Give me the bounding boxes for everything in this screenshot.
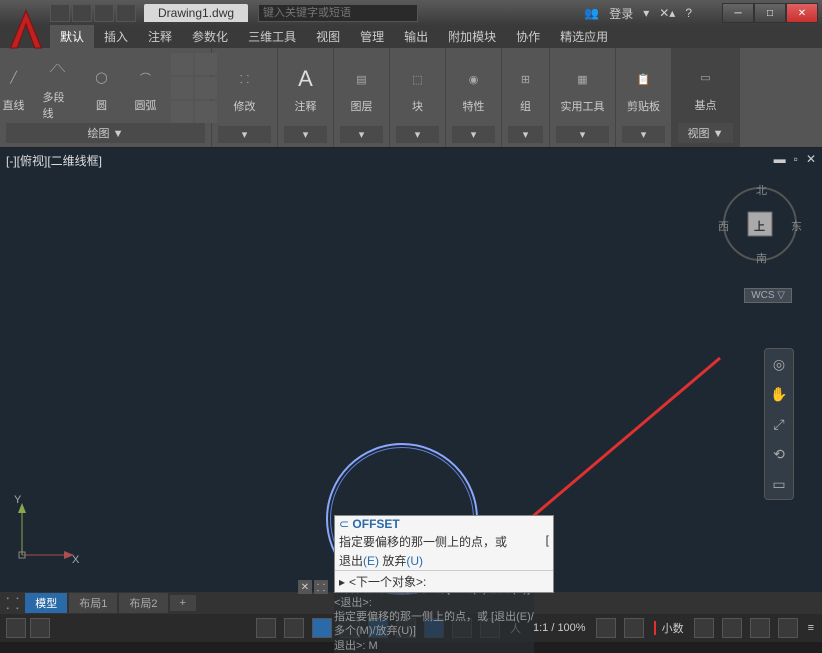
- annot-panel-dropdown[interactable]: ▾: [284, 126, 327, 143]
- ribbon-tab-7[interactable]: 输出: [394, 25, 438, 48]
- group-panel-dropdown[interactable]: ▾: [508, 126, 543, 143]
- model-tab-1[interactable]: 布局1: [69, 593, 117, 613]
- draw-misc-1[interactable]: [171, 53, 193, 75]
- layer-panel-dropdown[interactable]: ▾: [340, 126, 383, 143]
- showmotion-icon[interactable]: ▭: [768, 473, 790, 495]
- basepoint-tool[interactable]: ▭基点: [687, 61, 725, 115]
- viewcube-south[interactable]: 南: [756, 250, 767, 266]
- gear-icon[interactable]: [596, 618, 616, 638]
- command-prompt-text: 指定要偏移的那一侧上的点，或: [339, 535, 507, 549]
- ribbon-tab-8[interactable]: 附加模块: [438, 25, 506, 48]
- ribbon-tab-6[interactable]: 管理: [350, 25, 394, 48]
- modify-panel-dropdown[interactable]: ▾: [218, 126, 271, 143]
- steering-wheel-icon[interactable]: ◎: [768, 353, 790, 375]
- line-tool[interactable]: ╱直线: [0, 61, 33, 115]
- cmdline-close-icon[interactable]: ✕: [298, 580, 312, 594]
- draw-misc-5[interactable]: [171, 101, 193, 123]
- workspace-icon[interactable]: [694, 618, 714, 638]
- clipboard-tool[interactable]: 📋剪贴板: [623, 62, 664, 116]
- viewcube-top[interactable]: 上: [754, 218, 765, 234]
- layer-tool[interactable]: ▤图层: [343, 62, 381, 116]
- ribbon-tab-1[interactable]: 插入: [94, 25, 138, 48]
- clip-panel-dropdown[interactable]: ▾: [622, 126, 665, 143]
- viewport-minimize[interactable]: ▬: [774, 152, 786, 166]
- cmdline-expand-icon[interactable]: ▸: [339, 575, 345, 589]
- group-tool[interactable]: ⊞组: [507, 62, 545, 116]
- wcs-indicator[interactable]: WCS ▽: [744, 288, 792, 303]
- viewcube-west[interactable]: 西: [718, 218, 729, 234]
- snap-toggle[interactable]: [256, 618, 276, 638]
- ribbon-tab-5[interactable]: 视图: [306, 25, 350, 48]
- isolate-icon[interactable]: [722, 618, 742, 638]
- command-name: OFFSET: [352, 517, 399, 531]
- qat-new[interactable]: [50, 4, 70, 22]
- ribbon-tab-0[interactable]: 默认: [50, 25, 94, 48]
- viewcube-north[interactable]: 北: [756, 182, 767, 198]
- grid-toggle[interactable]: [30, 618, 50, 638]
- infer-toggle[interactable]: [284, 618, 304, 638]
- model-tab-0[interactable]: 模型: [25, 593, 67, 613]
- qat-more[interactable]: [116, 4, 136, 22]
- cmdline-drag-icon[interactable]: ⸬: [314, 580, 328, 594]
- close-button[interactable]: ✕: [786, 3, 818, 23]
- ortho-toggle[interactable]: [312, 618, 332, 638]
- tabs-handle-icon[interactable]: ⸬: [6, 592, 19, 614]
- minimize-button[interactable]: ─: [722, 3, 754, 23]
- util-panel-dropdown[interactable]: ▾: [556, 126, 609, 143]
- help-icon[interactable]: ?: [685, 6, 692, 20]
- annotation-tool[interactable]: A注释: [287, 62, 325, 116]
- block-tool[interactable]: ⬚块: [399, 62, 437, 116]
- block-panel-dropdown[interactable]: ▾: [396, 126, 439, 143]
- command-input-prompt[interactable]: <下一个对象>:: [349, 573, 426, 590]
- command-line-handle[interactable]: ✕ ⸬: [298, 580, 328, 594]
- cleanscreen-icon[interactable]: [778, 618, 798, 638]
- svg-text:Y: Y: [14, 495, 22, 506]
- navigation-bar: ◎ ✋ ⤢ ⟲ ▭: [764, 348, 794, 500]
- qat-open[interactable]: [72, 4, 92, 22]
- viewcube[interactable]: 北 南 东 西 上: [720, 184, 800, 264]
- add-layout-tab[interactable]: +: [170, 595, 196, 611]
- ribbon-tab-2[interactable]: 注释: [138, 25, 182, 48]
- properties-tool[interactable]: ◉特性: [455, 62, 493, 116]
- view-panel-title[interactable]: 视图 ▼: [678, 123, 733, 143]
- units-mode[interactable]: 小数: [652, 620, 686, 636]
- ribbon-tab-4[interactable]: 三维工具: [238, 25, 306, 48]
- arc-tool[interactable]: ⌒圆弧: [127, 61, 165, 115]
- pan-icon[interactable]: ✋: [768, 383, 790, 405]
- login-dropdown[interactable]: ▾: [643, 6, 649, 20]
- app-logo[interactable]: [4, 4, 48, 52]
- viewport-label[interactable]: [-][俯视][二维线框]: [6, 152, 102, 169]
- ribbon-tab-10[interactable]: 精选应用: [550, 25, 618, 48]
- model-space-button[interactable]: [6, 618, 26, 638]
- annoscale-icon[interactable]: [624, 618, 644, 638]
- viewport-close[interactable]: ✕: [806, 152, 816, 166]
- search-input[interactable]: [258, 4, 418, 22]
- maximize-button[interactable]: □: [754, 3, 786, 23]
- ucs-icon: Y X: [12, 495, 82, 570]
- qat-open-arrow[interactable]: [94, 4, 114, 22]
- customization-icon[interactable]: ≡: [806, 622, 816, 634]
- viewport-restore[interactable]: ▫: [794, 152, 798, 166]
- circle-tool[interactable]: ◯圆: [83, 61, 121, 115]
- ribbon-tab-9[interactable]: 协作: [506, 25, 550, 48]
- polyline-tool[interactable]: ⟋⟍多段线: [39, 53, 77, 123]
- login-button[interactable]: 登录: [609, 5, 633, 22]
- file-tab[interactable]: Drawing1.dwg: [144, 4, 248, 22]
- command-line[interactable]: ⊂ OFFSET 指定要偏移的那一侧上的点，或 [ 退出(E) 放弃(U) ▸ …: [334, 515, 554, 593]
- modify-tool[interactable]: ⸬修改: [226, 62, 264, 116]
- model-tab-2[interactable]: 布局2: [119, 593, 167, 613]
- prop-panel-dropdown[interactable]: ▾: [452, 126, 495, 143]
- viewcube-east[interactable]: 东: [791, 218, 802, 234]
- orbit-icon[interactable]: ⟲: [768, 443, 790, 465]
- svg-text:X: X: [72, 554, 80, 565]
- hardware-accel-icon[interactable]: [750, 618, 770, 638]
- signin-icon[interactable]: 👥: [584, 6, 599, 20]
- utility-tool[interactable]: ▦实用工具: [557, 62, 609, 116]
- zoom-extents-icon[interactable]: ⤢: [768, 413, 790, 435]
- exchange-icon[interactable]: ✕▴: [659, 6, 675, 20]
- ribbon-tab-3[interactable]: 参数化: [182, 25, 238, 48]
- scale-display[interactable]: 1:1 / 100%: [531, 622, 588, 634]
- draw-panel-title[interactable]: 绘图 ▼: [6, 123, 205, 143]
- draw-misc-3[interactable]: [171, 77, 193, 99]
